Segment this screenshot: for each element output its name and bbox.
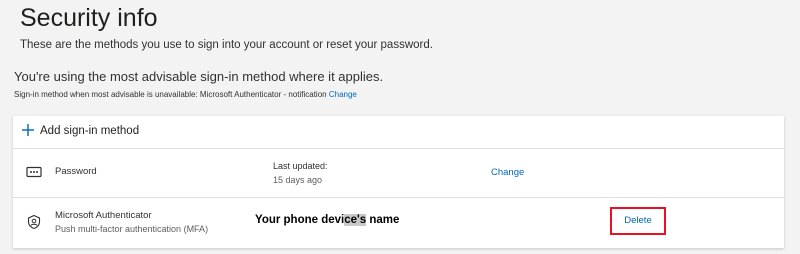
advice-text: You're using the most advisable sign-in …	[14, 69, 384, 84]
device-name-part3: name	[366, 214, 400, 226]
method-detail-authenticator: Push multi-factor authentication (MFA)	[55, 224, 209, 234]
add-sign-in-method-label: Add sign-in method	[40, 125, 140, 137]
method-row-password: Password Last updated: 15 days ago Chang…	[13, 149, 784, 198]
method-name-authenticator: Microsoft Authenticator	[55, 210, 152, 221]
last-updated-label: Last updated:	[273, 161, 328, 171]
default-method-text: Sign-in method when most advisable is un…	[14, 90, 327, 99]
change-default-method-link[interactable]: Change	[329, 90, 357, 99]
device-name-part1: Your phone devi	[255, 214, 345, 226]
last-updated-value: 15 days ago	[273, 175, 323, 185]
delete-button-label: Delete	[624, 215, 652, 226]
add-sign-in-method-button[interactable]: Add sign-in method	[13, 116, 784, 149]
password-icon	[26, 166, 42, 178]
change-password-link[interactable]: Change	[491, 167, 524, 179]
device-name-highlight: ce's	[344, 214, 367, 226]
device-name: Your phone device's name	[255, 213, 399, 227]
default-method-line: Sign-in method when most advisable is un…	[14, 89, 357, 100]
page-title: Security info	[20, 4, 158, 32]
method-name-password: Password	[55, 166, 97, 177]
method-row-authenticator: Microsoft Authenticator Push multi-facto…	[13, 198, 784, 248]
methods-card: Add sign-in method Password Last updated…	[13, 116, 784, 248]
plus-icon	[22, 124, 34, 136]
page-description: These are the methods you use to sign in…	[20, 39, 433, 51]
delete-authenticator-button[interactable]: Delete	[610, 207, 666, 235]
authenticator-icon	[27, 214, 41, 230]
